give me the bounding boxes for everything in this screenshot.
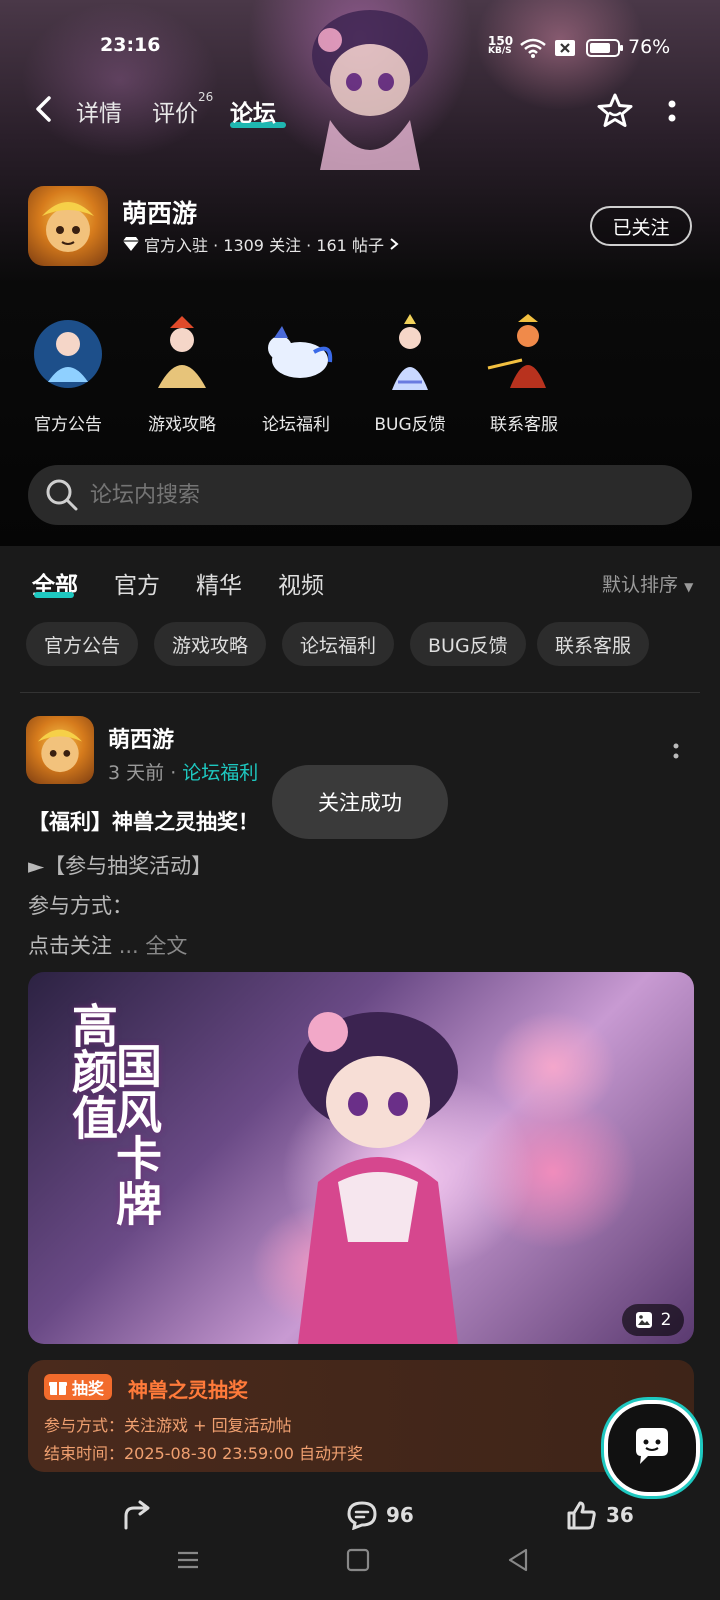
- chip-bug-report[interactable]: BUG反馈: [410, 622, 526, 666]
- app-meta[interactable]: 官方入驻 · 1309 关注 · 161 帖子: [122, 232, 400, 256]
- comment-button[interactable]: 96: [346, 1500, 414, 1530]
- app-name: 萌西游: [122, 199, 198, 228]
- category-art-icon: [268, 326, 333, 378]
- recent-apps-icon[interactable]: [174, 1546, 202, 1574]
- floating-chat-button[interactable]: [604, 1400, 700, 1496]
- status-time: 23:16: [100, 34, 161, 56]
- lottery-card[interactable]: 抽奖 神兽之灵抽奖 参与方式：关注游戏 + 回复活动帖 结束时间：2025-08…: [28, 1360, 694, 1472]
- category-customer-service[interactable]: 联系客服: [474, 312, 574, 435]
- sim-off-icon: [555, 40, 575, 56]
- search-input[interactable]: [88, 481, 652, 509]
- read-full-link[interactable]: ... 全文: [119, 934, 188, 958]
- diamond-badge-icon: [123, 237, 139, 251]
- app-meta-text: 官方入驻 · 1309 关注 · 161 帖子: [144, 236, 384, 255]
- chip-game-guide[interactable]: 游戏攻略: [154, 622, 267, 666]
- character-illustration: [298, 1012, 458, 1344]
- review-count-badge: 26: [198, 90, 214, 104]
- wifi-icon: [520, 38, 546, 58]
- lottery-end-time: 结束时间：2025-08-30 23:59:00 自动开奖: [44, 1444, 364, 1463]
- caret-down-icon: ▼: [684, 580, 694, 594]
- followed-button[interactable]: 已关注: [590, 206, 692, 246]
- divider: [20, 692, 700, 693]
- filter-tab-video[interactable]: 视频: [278, 566, 324, 600]
- sort-label: 默认排序: [602, 574, 679, 596]
- post-author-avatar[interactable]: [26, 716, 94, 784]
- post-body-line: ►【参与抽奖活动】: [28, 854, 213, 878]
- filter-active-indicator: [34, 592, 74, 598]
- like-count: 36: [606, 1503, 634, 1527]
- image-count-badge: 2: [622, 1304, 684, 1336]
- chip-forum-benefits[interactable]: 论坛福利: [282, 622, 395, 666]
- post-body-line: 参与方式：: [28, 894, 133, 918]
- net-speed-unit: KB/S: [488, 46, 512, 56]
- thumbs-up-icon: [567, 1501, 596, 1530]
- poster-text-right: 国风卡牌: [109, 1042, 163, 1226]
- category-art-icon: [392, 314, 428, 390]
- category-label: BUG反馈: [374, 415, 446, 435]
- lottery-method: 参与方式：关注游戏 + 回复活动帖: [44, 1416, 292, 1435]
- category-game-guide[interactable]: 游戏攻略: [132, 312, 232, 435]
- image-icon: [635, 1312, 652, 1328]
- battery-percent: 76%: [628, 36, 671, 58]
- category-label: 游戏攻略: [148, 415, 216, 435]
- toast-message: 关注成功: [272, 765, 448, 839]
- post-category-link[interactable]: 论坛福利: [182, 762, 258, 784]
- comment-count: 96: [386, 1503, 414, 1527]
- favorite-star-icon[interactable]: [596, 92, 634, 130]
- tab-forum[interactable]: 论坛: [230, 94, 276, 128]
- post-meta: 3 天前 · 论坛福利: [108, 758, 258, 785]
- category-official-notice[interactable]: 官方公告: [18, 312, 118, 435]
- category-art-icon: [34, 320, 102, 388]
- home-icon[interactable]: [344, 1546, 372, 1574]
- share-button[interactable]: [122, 1500, 154, 1530]
- chat-bubble-icon: [636, 1428, 668, 1464]
- back-icon[interactable]: [504, 1546, 532, 1574]
- category-label: 论坛福利: [262, 415, 330, 435]
- category-label: 联系客服: [490, 415, 558, 435]
- app-icon[interactable]: [28, 186, 108, 266]
- share-icon: [124, 1500, 150, 1530]
- battery-icon: [586, 39, 623, 57]
- post-author-name[interactable]: 萌西游: [108, 722, 174, 754]
- filter-tab-featured[interactable]: 精华: [196, 566, 242, 600]
- post-title[interactable]: 【福利】神兽之灵抽奖！: [28, 806, 259, 836]
- category-forum-benefits[interactable]: 论坛福利: [246, 312, 346, 435]
- comment-icon: [347, 1501, 377, 1530]
- post-time: 3 天前: [108, 762, 165, 784]
- lottery-title: 神兽之灵抽奖: [128, 1378, 248, 1402]
- tab-details[interactable]: 详情: [76, 94, 122, 128]
- chip-official-notice[interactable]: 官方公告: [26, 622, 139, 666]
- post-body-text: 点击关注: [28, 934, 112, 958]
- meta-separator: ·: [170, 762, 183, 784]
- filter-tab-official[interactable]: 官方: [114, 566, 160, 600]
- lottery-tag: 抽奖: [44, 1374, 113, 1400]
- forum-search-bar[interactable]: [28, 465, 692, 525]
- category-bug-report[interactable]: BUG反馈: [360, 312, 460, 435]
- chevron-right-icon: [390, 238, 399, 250]
- sort-dropdown[interactable]: 默认排序 ▼: [602, 570, 693, 597]
- category-art-icon: [487, 314, 546, 388]
- post-image[interactable]: 高颜值 国风卡牌: [28, 972, 694, 1344]
- gift-icon: [49, 1382, 67, 1395]
- post-more-icon[interactable]: [668, 740, 684, 764]
- net-speed-value: 150: [488, 34, 514, 48]
- search-icon: [46, 479, 78, 511]
- lottery-tag-label: 抽奖: [72, 1379, 105, 1398]
- tab-reviews[interactable]: 评价: [152, 94, 198, 128]
- chip-customer-service[interactable]: 联系客服: [537, 622, 650, 666]
- character-art: [312, 10, 428, 170]
- category-label: 官方公告: [34, 415, 102, 435]
- image-count: 2: [660, 1310, 672, 1330]
- category-art-icon: [158, 316, 206, 388]
- back-arrow-icon[interactable]: [30, 94, 60, 124]
- more-vertical-icon[interactable]: [664, 96, 680, 126]
- like-button[interactable]: 36: [566, 1500, 634, 1530]
- post-body-line: 点击关注 ... 全文: [28, 930, 187, 960]
- network-speed: 150 KB/S: [488, 34, 514, 56]
